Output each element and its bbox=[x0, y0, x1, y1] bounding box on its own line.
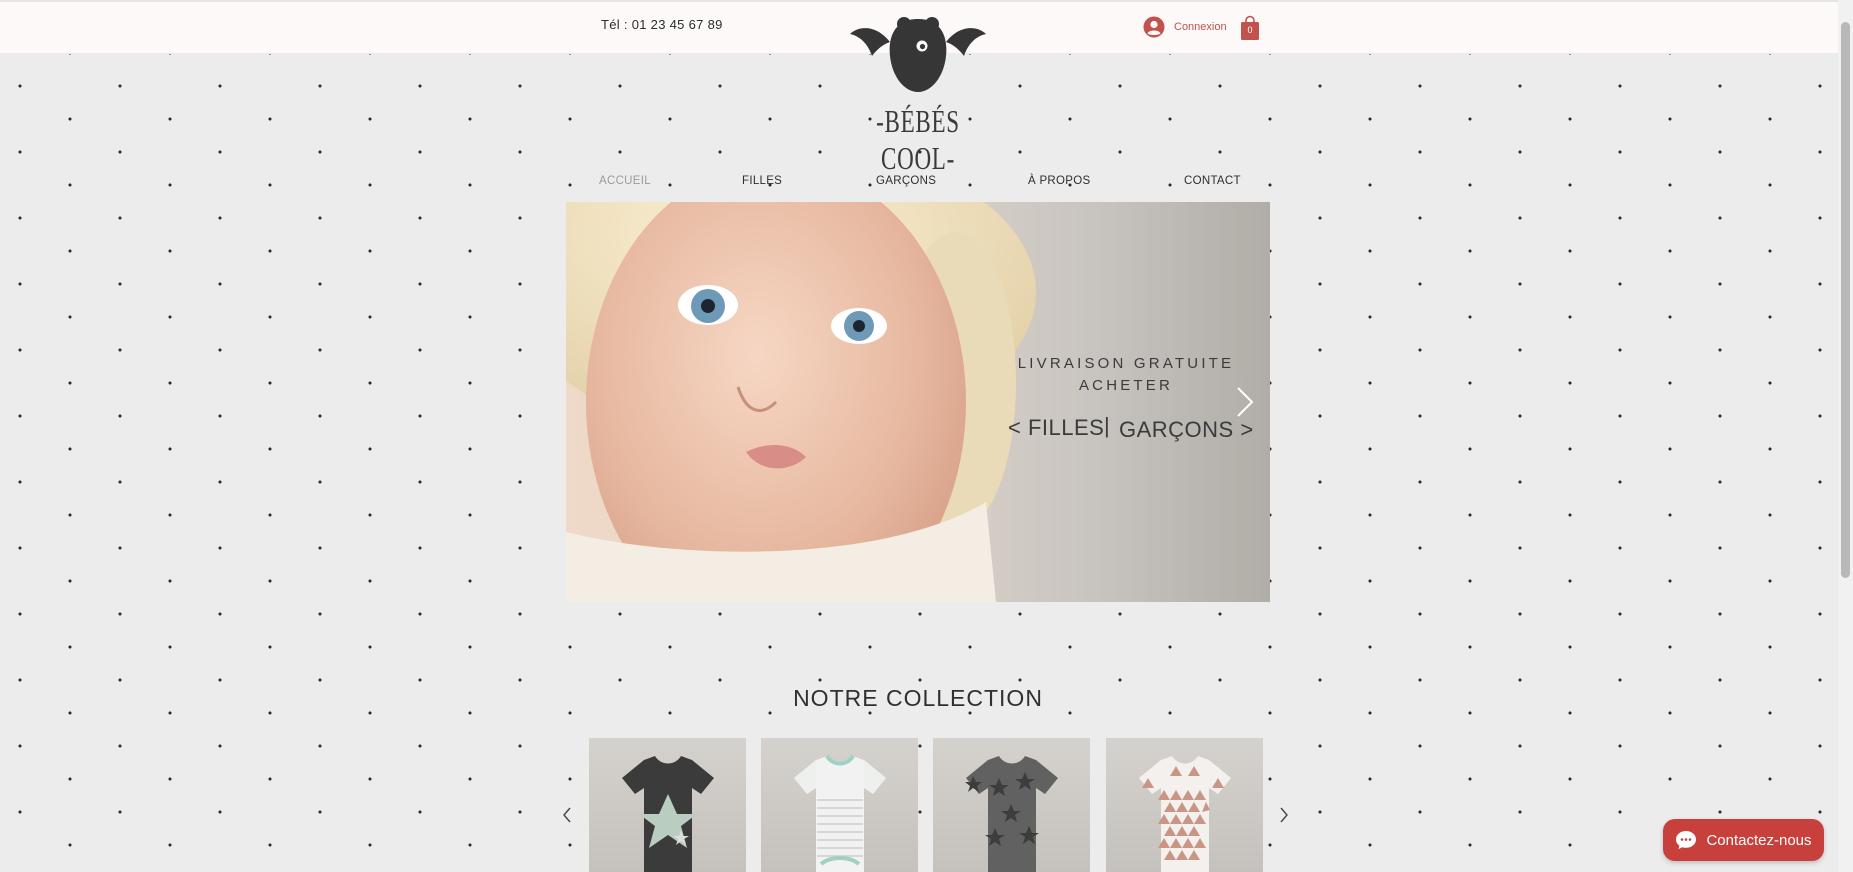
product-card-4[interactable] bbox=[1106, 738, 1263, 872]
collection-title: NOTRE COLLECTION bbox=[793, 685, 1043, 711]
contact-chat-button[interactable]: Contactez-nous bbox=[1663, 819, 1824, 861]
user-avatar-icon bbox=[1143, 16, 1165, 38]
nav-item-contact[interactable]: CONTACT bbox=[1184, 175, 1241, 187]
hero-separator: | bbox=[1104, 413, 1111, 438]
product-card-3[interactable] bbox=[933, 738, 1090, 872]
bodysuit-stars-grey-icon bbox=[965, 756, 1058, 872]
carousel-prev-arrow-icon[interactable] bbox=[561, 806, 573, 824]
nav-item-filles[interactable]: FILLES bbox=[742, 175, 782, 187]
nav-item-garcons[interactable]: GARÇONS bbox=[876, 175, 936, 187]
hero-promo: LIVRAISON GRATUITE ACHETER bbox=[992, 353, 1260, 397]
chat-bubble-icon bbox=[1676, 831, 1697, 849]
slideshow-next-arrow-icon[interactable] bbox=[1235, 386, 1255, 418]
hero-slideshow bbox=[566, 202, 1270, 602]
carousel-next-arrow-icon[interactable] bbox=[1278, 806, 1290, 824]
cart-button[interactable]: 0 bbox=[1240, 15, 1260, 41]
cart-count: 0 bbox=[1247, 25, 1253, 35]
bear-logo-icon[interactable] bbox=[850, 14, 986, 94]
phone-number: Tél : 01 23 45 67 89 bbox=[601, 17, 723, 32]
brand-name: -BÉBÉS COOL- bbox=[876, 103, 960, 176]
nav-item-a-propos[interactable]: À PROPOS bbox=[1028, 175, 1090, 187]
hero-shop: ACHETER bbox=[1078, 377, 1174, 394]
nav-item-accueil[interactable]: ACCUEIL bbox=[599, 175, 651, 187]
scrollbar-thumb[interactable] bbox=[1841, 22, 1850, 578]
login-label: Connexion bbox=[1174, 21, 1227, 33]
bodysuit-triangles-pink-icon bbox=[1139, 756, 1231, 872]
hero-child-image bbox=[566, 202, 1036, 602]
product-card-1[interactable] bbox=[589, 738, 746, 872]
hero-link-filles[interactable]: < FILLES bbox=[1008, 415, 1104, 441]
hero-free-shipping: LIVRAISON GRATUITE bbox=[1017, 355, 1235, 372]
product-card-2[interactable] bbox=[761, 738, 918, 872]
login-button[interactable]: Connexion bbox=[1143, 16, 1227, 38]
chat-button-label: Contactez-nous bbox=[1706, 831, 1812, 849]
bodysuit-star-dark-icon bbox=[622, 756, 714, 872]
page-scrollbar[interactable] bbox=[1838, 0, 1853, 872]
hero-link-garcons[interactable]: GARÇONS > bbox=[1119, 417, 1254, 443]
bodysuit-striped-icon bbox=[794, 754, 886, 872]
